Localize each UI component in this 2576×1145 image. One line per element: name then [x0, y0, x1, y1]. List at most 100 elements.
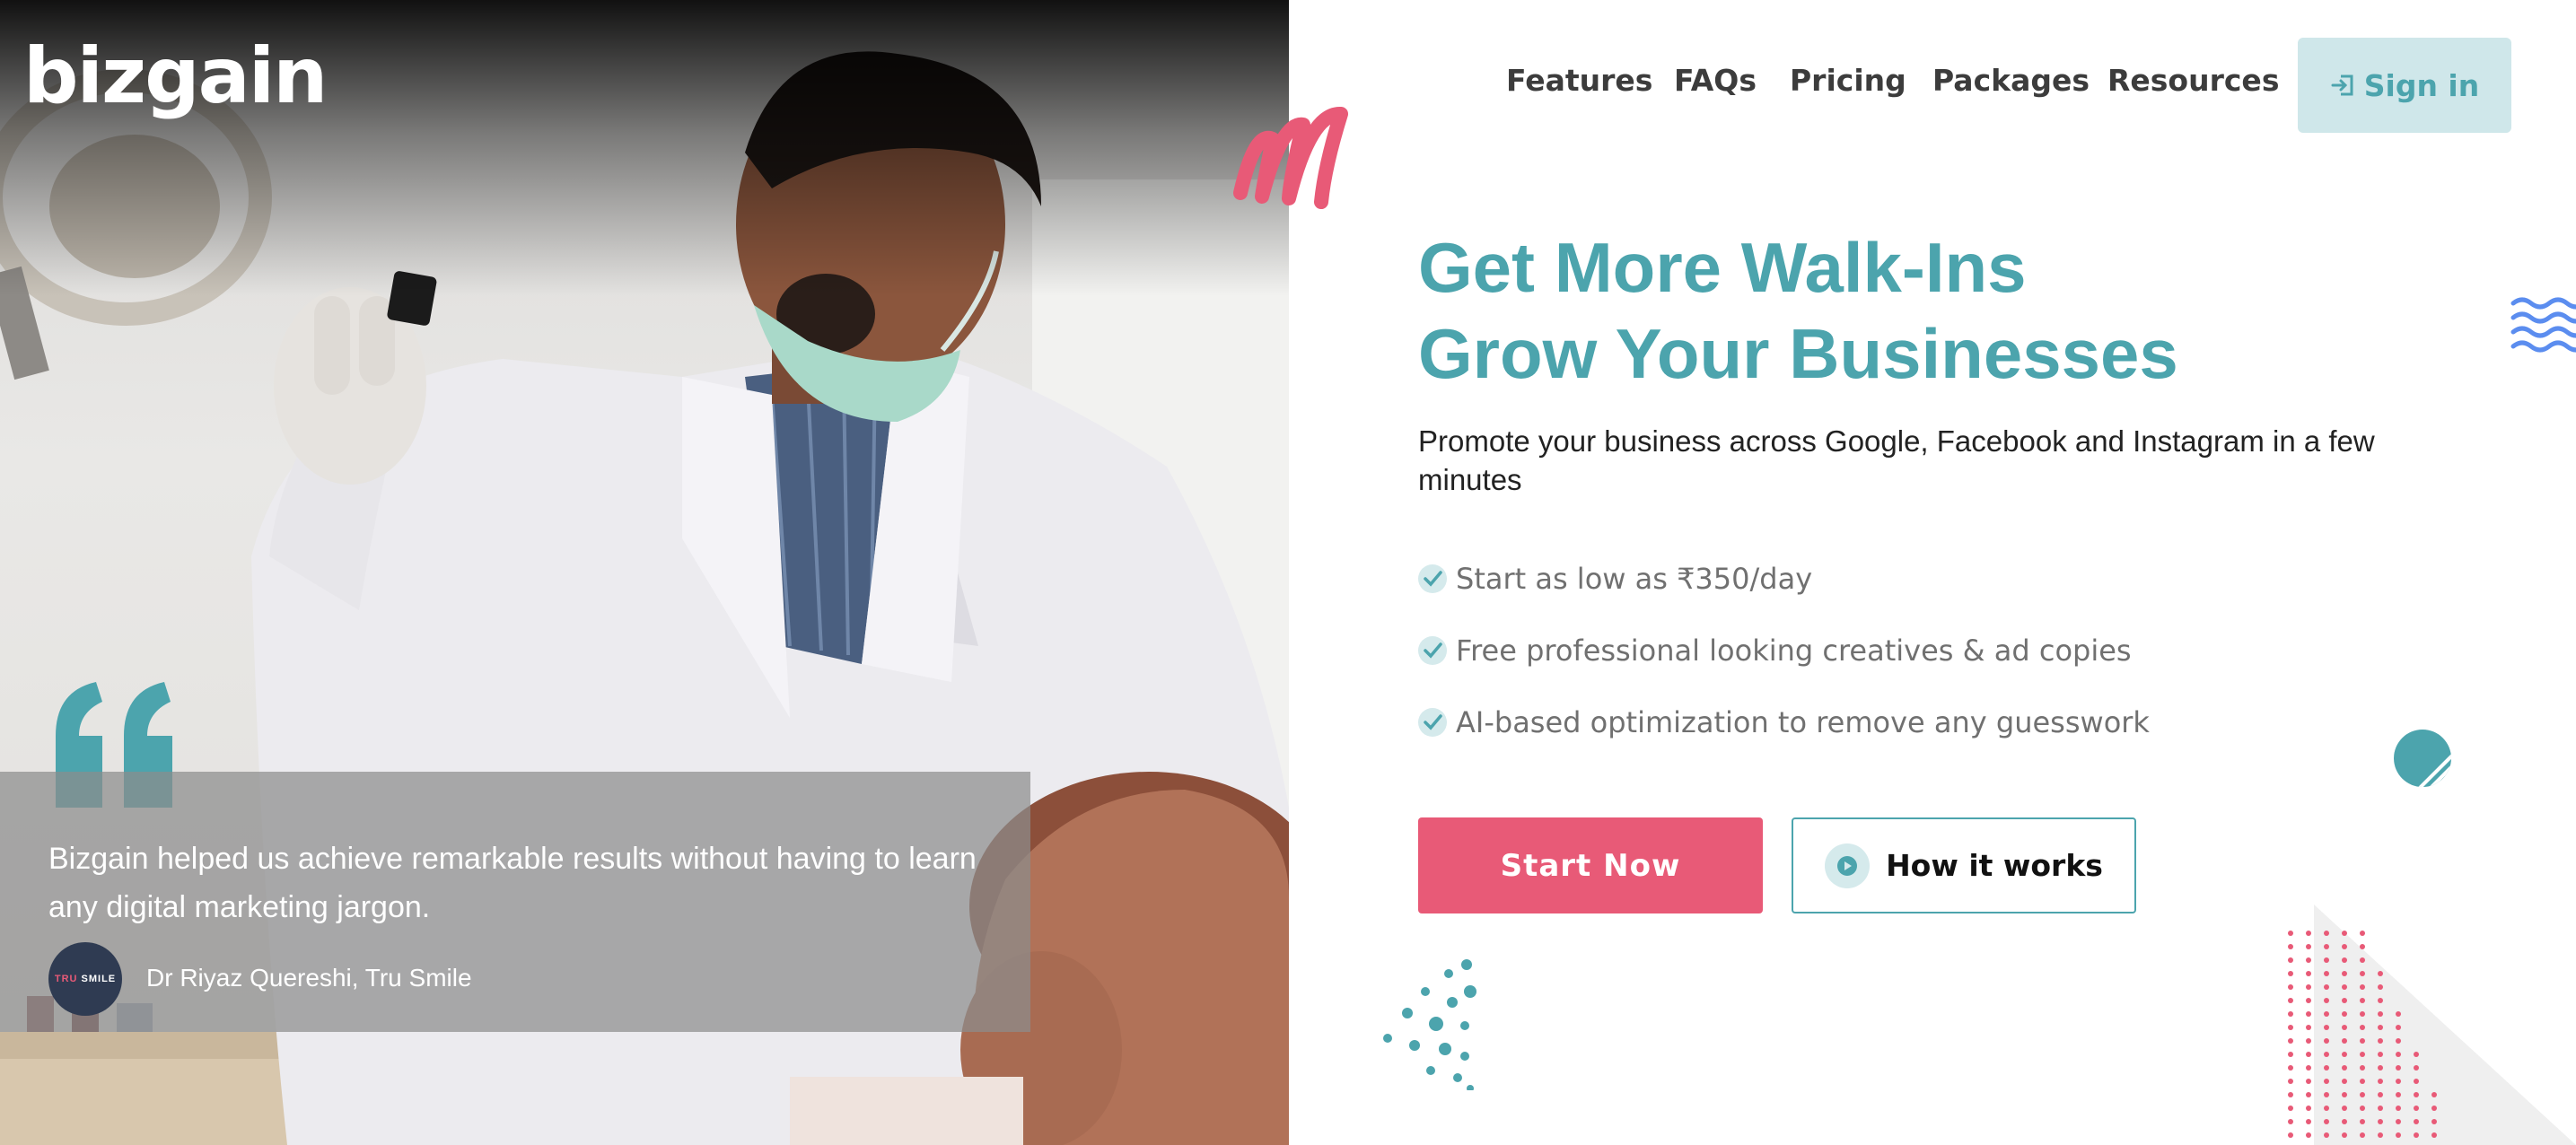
nav-pricing[interactable]: Pricing: [1790, 63, 1906, 98]
testimonial-card: Bizgain helped us achieve remarkable res…: [0, 772, 1030, 1032]
signin-button[interactable]: Sign in: [2298, 38, 2511, 133]
pink-dot: [2360, 1079, 2365, 1084]
feature-item: Free professional looking creatives & ad…: [1418, 634, 2132, 668]
pink-dot: [2306, 957, 2311, 963]
pink-dot: [2342, 1052, 2347, 1057]
pink-dot: [2396, 1119, 2401, 1124]
pink-dot: [2342, 957, 2347, 963]
pink-dot: [2396, 1106, 2401, 1111]
pink-dot: [2288, 1065, 2293, 1071]
pink-dot: [2306, 1079, 2311, 1084]
pink-dot: [2306, 971, 2311, 976]
pink-dot: [2396, 1052, 2401, 1057]
pink-dot: [2378, 998, 2383, 1003]
pink-dot: [2414, 1132, 2419, 1138]
check-icon: [1418, 564, 1447, 593]
pink-dot: [2324, 944, 2329, 949]
feature-item: AI-based optimization to remove any gues…: [1418, 705, 2150, 739]
pink-dot: [2324, 984, 2329, 990]
pink-dot: [2306, 944, 2311, 949]
pink-dot: [2288, 1052, 2293, 1057]
pink-dot: [2288, 1025, 2293, 1030]
pink-dot: [2288, 1092, 2293, 1097]
pink-dot: [2360, 1092, 2365, 1097]
nav-resources[interactable]: Resources: [2107, 63, 2279, 98]
pink-dot: [2360, 1025, 2365, 1030]
pink-dot: [2360, 971, 2365, 976]
pink-dot: [2396, 1025, 2401, 1030]
start-now-button[interactable]: Start Now: [1418, 817, 1763, 913]
pink-dot: [2378, 1038, 2383, 1044]
pink-dot: [2324, 931, 2329, 936]
pink-dot: [2306, 1052, 2311, 1057]
pink-dot: [2360, 957, 2365, 963]
pink-dot: [2378, 1092, 2383, 1097]
feature-text: Start as low as ₹350/day: [1456, 562, 1813, 596]
pink-dot: [2288, 957, 2293, 963]
pink-dot: [2360, 944, 2365, 949]
pink-dot: [2342, 1038, 2347, 1044]
nav-packages[interactable]: Packages: [1932, 63, 2090, 98]
pink-dot: [2360, 984, 2365, 990]
pink-dot: [2288, 1038, 2293, 1044]
signin-icon: [2331, 74, 2353, 96]
pink-dot: [2360, 931, 2365, 936]
pink-dot: [2414, 1092, 2419, 1097]
pink-dot: [2378, 1119, 2383, 1124]
pink-dot: [2342, 998, 2347, 1003]
pink-dot: [2342, 1065, 2347, 1071]
pink-dot: [2378, 1079, 2383, 1084]
pink-dot: [2378, 1065, 2383, 1071]
pink-dot: [2306, 998, 2311, 1003]
nav-features[interactable]: Features: [1506, 63, 1652, 98]
feature-text: AI-based optimization to remove any gues…: [1456, 705, 2150, 739]
avatar-text-tru: TRU: [54, 974, 78, 984]
pink-dot: [2306, 1065, 2311, 1071]
pink-dot: [2431, 1092, 2437, 1097]
pink-dot: [2324, 971, 2329, 976]
how-it-works-label: How it works: [1886, 848, 2103, 883]
pink-dot: [2396, 1011, 2401, 1017]
pink-dot: [2378, 1025, 2383, 1030]
pink-dot: [2342, 984, 2347, 990]
pink-dot: [2288, 984, 2293, 990]
pink-dot: [2414, 1119, 2419, 1124]
pink-dot: [2360, 1038, 2365, 1044]
pink-dot: [2306, 931, 2311, 936]
signin-label: Sign in: [2363, 67, 2480, 103]
pink-dot: [2414, 1065, 2419, 1071]
pink-dot: [2342, 971, 2347, 976]
pink-dot: [2342, 1119, 2347, 1124]
pink-dot: [2324, 1119, 2329, 1124]
pink-dot: [2324, 1025, 2329, 1030]
pink-dot: [2378, 971, 2383, 976]
nav-faqs[interactable]: FAQs: [1674, 63, 1757, 98]
pink-dot: [2306, 1038, 2311, 1044]
pink-dot: [2431, 1106, 2437, 1111]
pink-dot: [2396, 1038, 2401, 1044]
pink-dot: [2288, 931, 2293, 936]
pink-dot: [2378, 1106, 2383, 1111]
teal-dots-decoration: [1383, 959, 1476, 1090]
pink-dot: [2342, 1106, 2347, 1111]
feature-item: Start as low as ₹350/day: [1418, 562, 1812, 596]
testimonial-quote: Bizgain helped us achieve remarkable res…: [48, 842, 977, 924]
pink-dot: [2306, 1092, 2311, 1097]
pink-dot: [2288, 971, 2293, 976]
pink-dot: [2288, 1119, 2293, 1124]
triangle-dots-decoration: [2288, 905, 2576, 1145]
pink-dot: [2360, 998, 2365, 1003]
how-it-works-button[interactable]: How it works: [1792, 817, 2136, 913]
pink-dot: [2324, 1132, 2329, 1138]
avatar: TRU SMILE: [48, 942, 122, 1016]
pink-dot: [2306, 1132, 2311, 1138]
pink-dot: [2360, 1119, 2365, 1124]
pink-dot: [2360, 1011, 2365, 1017]
pink-dot: [2342, 1079, 2347, 1084]
pink-dot: [2324, 1065, 2329, 1071]
pink-dot: [2342, 1092, 2347, 1097]
testimonial-author: Dr Riyaz Quereshi, Tru Smile: [146, 964, 472, 992]
pink-dot: [2342, 1011, 2347, 1017]
pink-dot: [2414, 1079, 2419, 1084]
pink-dot: [2288, 1106, 2293, 1111]
